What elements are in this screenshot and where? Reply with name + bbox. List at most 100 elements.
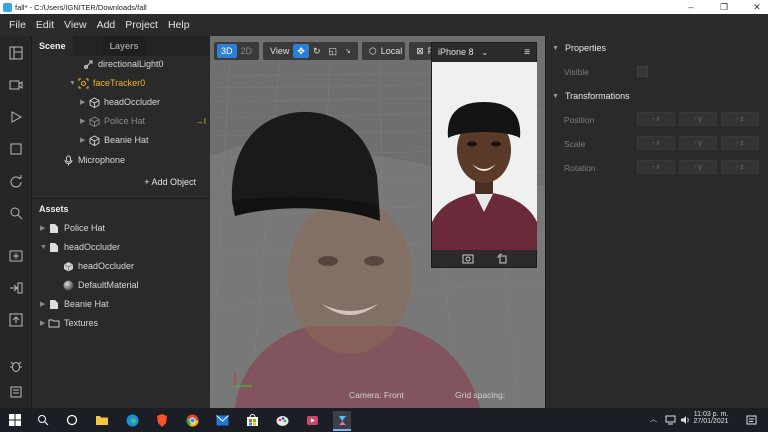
rotate-device-icon[interactable]: [496, 252, 508, 266]
close-button[interactable]: ✕: [746, 0, 768, 14]
add-object-button[interactable]: + Add Object: [144, 177, 196, 187]
tree-item-label: faceTracker0: [93, 78, 146, 88]
add-to-device-icon[interactable]: [9, 249, 23, 263]
properties-section-header[interactable]: ▼ Properties: [546, 39, 768, 57]
preview-controls: [432, 250, 537, 268]
tree-item-label: Police Hat: [104, 116, 146, 126]
switch-camera-icon[interactable]: [462, 252, 474, 266]
tree-item-police-hat[interactable]: ▶ Police Hat →I: [80, 112, 206, 130]
chevron-right-icon[interactable]: ▶: [40, 224, 48, 232]
task-view-icon[interactable]: [63, 411, 81, 429]
tray-chevron-up-icon[interactable]: ︿: [650, 414, 657, 424]
view-button[interactable]: View: [266, 44, 293, 58]
chevron-right-icon[interactable]: ▶: [80, 136, 88, 144]
hidden-marker[interactable]: →I: [196, 117, 206, 126]
visible-checkbox[interactable]: [637, 66, 648, 77]
menu-edit[interactable]: Edit: [31, 19, 59, 31]
paint-app-icon[interactable]: [273, 411, 291, 429]
brave-browser-icon[interactable]: [153, 411, 171, 429]
asset-item-beanie-hat[interactable]: ▶ Beanie Hat: [40, 295, 109, 313]
edge-browser-icon[interactable]: [123, 411, 141, 429]
tree-item-beanie-hat[interactable]: ▶ Beanie Hat: [80, 131, 149, 149]
space-label: Local: [380, 46, 403, 56]
visible-label: Visible: [564, 67, 589, 77]
scale-x-field[interactable]: - x: [637, 136, 675, 150]
menu-view[interactable]: View: [59, 19, 92, 31]
scale-tool-icon[interactable]: ◱: [324, 44, 341, 58]
tab-layers[interactable]: Layers: [102, 36, 146, 56]
layout-icon[interactable]: [9, 46, 23, 60]
cube-icon: [88, 115, 100, 127]
rotation-y-field[interactable]: - y: [679, 160, 717, 174]
tree-item-microphone[interactable]: Microphone: [62, 151, 125, 169]
stop-icon[interactable]: [9, 142, 23, 156]
asset-item-police-hat[interactable]: ▶ Police Hat: [40, 219, 105, 237]
scale-y-field[interactable]: - y: [679, 136, 717, 150]
asset-item-default-material[interactable]: DefaultMaterial: [62, 276, 139, 294]
cube-icon: [88, 96, 100, 108]
send-to-device-icon[interactable]: [9, 281, 23, 295]
grid-spacing-label: Grid spacing:: [455, 390, 506, 400]
tree-item-label: Microphone: [78, 155, 126, 165]
scale-z-field[interactable]: - z: [721, 136, 759, 150]
device-preview: iPhone 8 ⌄ ≡: [431, 42, 537, 268]
rotate-tool-icon[interactable]: ↻: [309, 44, 325, 58]
microphone-icon: [62, 154, 74, 166]
asset-item-head-occluder-file[interactable]: ▼ headOccluder: [40, 238, 120, 256]
notification-center-icon[interactable]: [742, 411, 760, 429]
clock[interactable]: 11:03 p. m. 27/01/2021: [692, 411, 730, 425]
assets-panel: Assets ▶ Police Hat ▼ headOccluder headO…: [32, 198, 210, 408]
asset-item-textures[interactable]: ▶ Textures: [40, 314, 98, 332]
tree-item-directional-light[interactable]: directionalLight0: [82, 55, 164, 73]
tree-item-head-occluder[interactable]: ▶ headOccluder: [80, 93, 160, 111]
play-icon[interactable]: [9, 110, 23, 124]
hamburger-menu-icon[interactable]: ≡: [524, 47, 530, 58]
chevron-right-icon[interactable]: ▶: [40, 300, 48, 308]
upload-icon[interactable]: [9, 313, 23, 327]
chevron-right-icon[interactable]: ▶: [40, 319, 48, 327]
asset-item-head-occluder-mesh[interactable]: headOccluder: [62, 257, 134, 275]
mail-icon[interactable]: [213, 411, 231, 429]
chevron-right-icon[interactable]: ▶: [80, 117, 88, 125]
search-icon[interactable]: [9, 206, 23, 220]
clock-date: 27/01/2021: [693, 418, 729, 425]
mode-3d-button[interactable]: 3D: [217, 44, 237, 58]
move-tool-icon[interactable]: ✥: [293, 44, 309, 58]
store-icon[interactable]: [243, 411, 261, 429]
position-x-field[interactable]: - x: [637, 112, 675, 126]
menu-file[interactable]: File: [4, 19, 31, 31]
menu-help[interactable]: Help: [163, 19, 195, 31]
chevron-down-icon[interactable]: ▼: [40, 244, 48, 251]
video-app-icon[interactable]: [303, 411, 321, 429]
scene-panel: Scene Layers directionalLight0 ▼ faceTra…: [32, 36, 210, 198]
menu-project[interactable]: Project: [120, 19, 163, 31]
menu-add[interactable]: Add: [92, 19, 121, 31]
windows-start-icon[interactable]: [6, 411, 24, 429]
asset-label: Police Hat: [64, 223, 106, 233]
chevron-right-icon[interactable]: ▶: [80, 98, 88, 106]
file-explorer-icon[interactable]: [93, 411, 111, 429]
preview-camera-feed: [432, 62, 537, 250]
search-icon[interactable]: [34, 411, 52, 429]
minimize-button[interactable]: –: [680, 0, 702, 14]
mode-2d-button[interactable]: 2D: [237, 44, 257, 58]
bug-icon[interactable]: [9, 359, 23, 373]
chrome-browser-icon[interactable]: [183, 411, 201, 429]
maximize-button[interactable]: ❐: [713, 0, 735, 14]
rotation-x-field[interactable]: - x: [637, 160, 675, 174]
spark-ar-taskbar-icon[interactable]: [333, 411, 351, 429]
notifications-icon[interactable]: [9, 385, 23, 399]
transformations-section-header[interactable]: ▼ Transformations: [546, 87, 768, 105]
cube-icon: ⬡: [368, 45, 377, 56]
tree-item-face-tracker[interactable]: ▼ faceTracker0: [69, 74, 145, 92]
rotation-z-field[interactable]: - z: [721, 160, 759, 174]
position-y-field[interactable]: - y: [679, 112, 717, 126]
space-toggle[interactable]: ⬡ Local: [361, 42, 406, 60]
device-selector[interactable]: iPhone 8 ⌄ ≡: [432, 43, 536, 61]
position-z-field[interactable]: - z: [721, 112, 759, 126]
chevron-down-icon[interactable]: ▼: [69, 80, 77, 87]
video-camera-icon[interactable]: [9, 78, 23, 92]
tab-scene[interactable]: Scene: [32, 36, 73, 56]
sync-icon[interactable]: [9, 174, 23, 188]
pointer-icon[interactable]: ↘: [341, 44, 355, 58]
